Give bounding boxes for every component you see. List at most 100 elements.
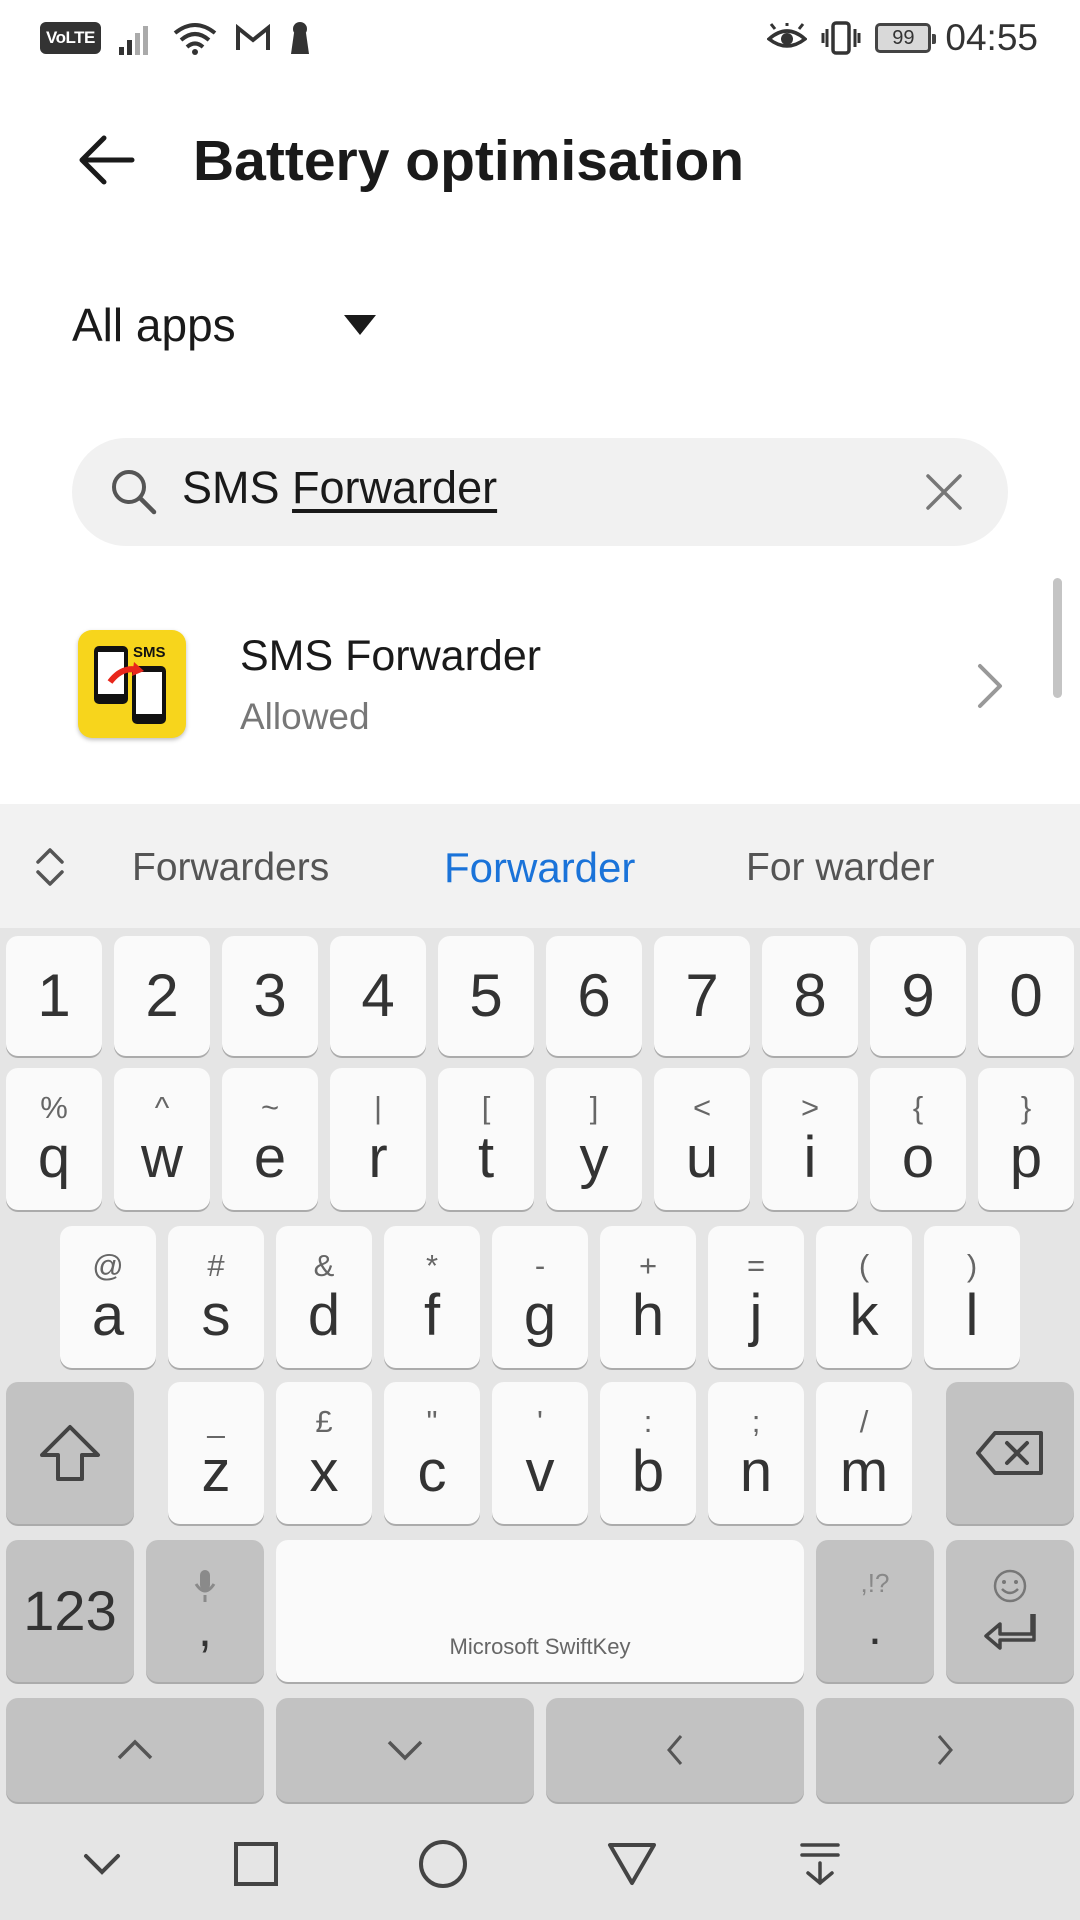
backspace-icon: [976, 1431, 1043, 1475]
hide-keyboard-button[interactable]: [72, 1834, 132, 1894]
key-char: 8: [793, 962, 827, 1029]
letter-key[interactable]: _ z: [168, 1382, 264, 1524]
number-key[interactable]: 9: [870, 936, 966, 1056]
app-filter-dropdown[interactable]: All apps: [72, 290, 376, 360]
battery-level: 99: [892, 26, 915, 49]
key-alt-char: (: [858, 1247, 870, 1283]
enter-key[interactable]: [946, 1540, 1074, 1682]
letter-key[interactable]: } p: [978, 1068, 1074, 1210]
key-char: x: [309, 1438, 339, 1504]
letter-key[interactable]: @ a: [60, 1226, 156, 1368]
key-char: 1: [37, 962, 71, 1029]
suggestion-item-active[interactable]: Forwarder: [444, 844, 635, 892]
dropdown-caret-icon: [343, 315, 376, 335]
letter-key[interactable]: + h: [600, 1226, 696, 1368]
letter-key[interactable]: :b: [600, 1382, 696, 1524]
recents-button[interactable]: [226, 1834, 286, 1894]
number-key[interactable]: 3: [222, 936, 318, 1056]
symbols-key[interactable]: 123: [6, 1540, 134, 1682]
wifi-icon: [173, 23, 217, 55]
comma-key[interactable]: ,: [146, 1540, 264, 1682]
page-title: Battery optimisation: [193, 129, 745, 193]
space-key-label: Microsoft SwiftKey: [449, 1634, 631, 1659]
key-char: m: [839, 1438, 889, 1504]
microphone-icon: [194, 1570, 216, 1602]
letter-key[interactable]: ~ e: [222, 1068, 318, 1210]
letter-key[interactable]: {o: [870, 1068, 966, 1210]
space-key[interactable]: Microsoft SwiftKey: [276, 1540, 804, 1682]
letter-key[interactable]: £ x: [276, 1382, 372, 1524]
number-key[interactable]: 6: [546, 936, 642, 1056]
signal-icon: [118, 26, 148, 55]
period-key[interactable]: ,!? .: [816, 1540, 934, 1682]
letter-key[interactable]: [t: [438, 1068, 534, 1210]
letter-key[interactable]: ] y: [546, 1068, 642, 1210]
key-alt-char: ): [966, 1247, 978, 1283]
letter-key[interactable]: % q: [6, 1068, 102, 1210]
key-char: j: [749, 1282, 763, 1348]
search-text-composing: Forwarder: [292, 462, 498, 513]
suggestion-item[interactable]: Forwarders: [132, 846, 329, 890]
back-button[interactable]: [68, 122, 144, 198]
key-alt-char: ]: [589, 1089, 599, 1125]
number-key[interactable]: 2: [114, 936, 210, 1056]
letter-key[interactable]: ) l: [924, 1226, 1020, 1368]
backspace-key[interactable]: [946, 1382, 1074, 1524]
letter-key[interactable]: -g: [492, 1226, 588, 1368]
letter-key[interactable]: ' v: [492, 1382, 588, 1524]
search-icon: [112, 470, 157, 515]
expand-toolbar-icon[interactable]: [30, 842, 70, 892]
letter-key[interactable]: ; n: [708, 1382, 804, 1524]
notification-pull-button[interactable]: [790, 1834, 850, 1894]
key-char: d: [307, 1282, 341, 1348]
cursor-down-key[interactable]: [276, 1698, 534, 1802]
pull-down-icon: [800, 1843, 840, 1886]
back-nav-button[interactable]: [602, 1834, 662, 1894]
letter-key[interactable]: < u: [654, 1068, 750, 1210]
clear-search-button[interactable]: [916, 464, 972, 520]
key-alt-char: _: [207, 1403, 225, 1439]
letter-key[interactable]: " c: [384, 1382, 480, 1524]
cursor-up-key[interactable]: [6, 1698, 264, 1802]
key-char: h: [631, 1282, 665, 1348]
suggestion-item[interactable]: For warder: [746, 846, 935, 890]
number-key[interactable]: 0: [978, 936, 1074, 1056]
key-char: g: [523, 1282, 557, 1348]
number-key[interactable]: 4: [330, 936, 426, 1056]
search-field[interactable]: SMS Forwarder: [72, 438, 1008, 546]
search-input[interactable]: SMS Forwarder: [182, 462, 497, 514]
chevron-left-icon: [667, 1735, 683, 1765]
key-char: n: [739, 1438, 773, 1504]
number-key[interactable]: 5: [438, 936, 534, 1056]
battery-icon: 99: [875, 23, 937, 53]
letter-key[interactable]: (k: [816, 1226, 912, 1368]
enter-icon: [984, 1614, 1036, 1650]
key-alt-char: ;: [751, 1403, 761, 1439]
letter-key[interactable]: # s: [168, 1226, 264, 1368]
key-alt-char: @: [92, 1247, 124, 1283]
letter-key[interactable]: | r: [330, 1068, 426, 1210]
key-alt-char: =: [746, 1247, 766, 1283]
number-key[interactable]: 7: [654, 936, 750, 1056]
key-alt-char: #: [207, 1247, 225, 1283]
key-char: 9: [901, 962, 935, 1029]
shift-key[interactable]: [6, 1382, 134, 1524]
volte-icon: VoLTE: [40, 22, 101, 54]
home-button[interactable]: [413, 1834, 473, 1894]
list-item[interactable]: SMS SMS Forwarder Allowed: [0, 612, 1080, 762]
letter-key[interactable]: & d: [276, 1226, 372, 1368]
letter-key[interactable]: > i: [762, 1068, 858, 1210]
back-arrow-icon: [79, 135, 135, 185]
cursor-left-key[interactable]: [546, 1698, 804, 1802]
key-alt-char: ': [537, 1403, 543, 1439]
letter-key[interactable]: * f: [384, 1226, 480, 1368]
cursor-right-key[interactable]: [816, 1698, 1074, 1802]
letter-key[interactable]: = j: [708, 1226, 804, 1368]
gmail-icon: [235, 24, 270, 50]
filter-label: All apps: [72, 299, 236, 351]
letter-key[interactable]: / m: [816, 1382, 912, 1524]
scrollbar[interactable]: [1053, 578, 1062, 698]
number-key[interactable]: 8: [762, 936, 858, 1056]
number-key[interactable]: 1: [6, 936, 102, 1056]
letter-key[interactable]: ^ w: [114, 1068, 210, 1210]
